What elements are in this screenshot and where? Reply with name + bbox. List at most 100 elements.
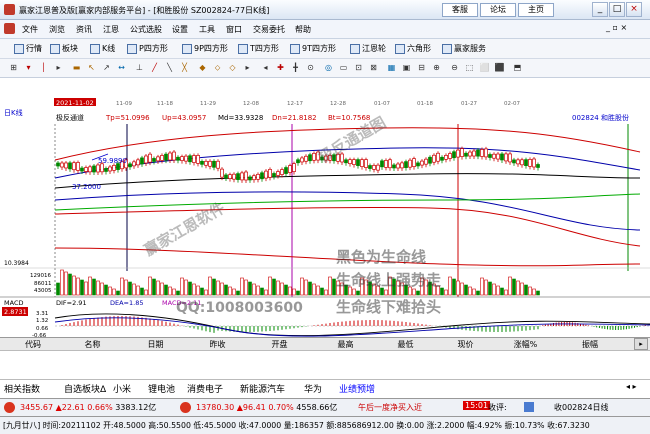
column-header[interactable]: 昨收 — [190, 338, 245, 351]
column-scroll-button[interactable]: ▸ — [634, 338, 648, 350]
column-header[interactable]: 代码 — [8, 338, 58, 351]
draw-tool-icon[interactable]: ⬛ — [494, 62, 505, 74]
minimize-button[interactable]: _ — [592, 2, 608, 17]
quote-button[interactable]: 行情 — [14, 43, 42, 54]
forum-button[interactable]: 论坛 — [480, 3, 516, 17]
candle-body — [388, 159, 392, 169]
column-header[interactable]: 最高 — [318, 338, 373, 351]
channel-label: 极反通道 — [56, 113, 84, 122]
draw-tool-icon[interactable]: ╳ — [179, 62, 190, 74]
candle-body — [160, 155, 164, 161]
sz-index[interactable]: 13780.30 ▲96.41 0.70% 4558.66亿 — [196, 402, 337, 413]
column-header[interactable]: 名称 — [65, 338, 120, 351]
candle-body — [424, 158, 428, 165]
sector-tab[interactable]: 新能源汽车 — [240, 382, 285, 395]
draw-tool-icon[interactable]: ▣ — [401, 62, 412, 74]
menu-news[interactable]: 资讯 — [76, 24, 92, 35]
draw-tool-icon[interactable]: ▦ — [386, 62, 397, 74]
draw-tool-icon[interactable]: ▭ — [338, 62, 349, 74]
draw-tool-icon[interactable]: ◎ — [323, 62, 334, 74]
kline-chart[interactable]: 2021-11-02 11-09 11-18 11-29 12-08 12-17 12-28… — [0, 78, 650, 337]
sector-tab[interactable]: 锂电池 — [148, 382, 175, 395]
column-header[interactable]: 开盘 — [252, 338, 307, 351]
draw-tool-icon[interactable]: ⊖ — [449, 62, 460, 74]
t-square-button[interactable]: T四方形 — [238, 43, 279, 54]
volume-bar — [516, 280, 520, 296]
draw-tool-icon[interactable]: ▬ — [71, 62, 82, 74]
candle-body — [76, 162, 80, 171]
kline-button[interactable]: K线 — [90, 43, 115, 54]
draw-tool-icon[interactable]: ✚ — [275, 62, 286, 74]
mdi-controls[interactable]: _ ▫ × — [606, 23, 627, 32]
draw-tool-icon[interactable]: ↖ — [86, 62, 97, 74]
news-ticker[interactable]: 午后一度净买入近 — [358, 402, 422, 413]
sector-button[interactable]: 板块 — [50, 43, 78, 54]
draw-tool-icon[interactable]: ⬜ — [479, 62, 490, 74]
menu-trade[interactable]: 交易委托 — [253, 24, 285, 35]
menu-gann[interactable]: 江恩 — [103, 24, 119, 35]
volume-bar — [528, 286, 532, 296]
column-header[interactable]: 振幅 — [560, 338, 620, 351]
close-button[interactable]: × — [626, 2, 642, 17]
candle-body — [500, 153, 504, 161]
draw-tool-icon[interactable]: ╋ — [290, 62, 301, 74]
customer-service-button[interactable]: 客服 — [442, 3, 478, 17]
sector-scroll-arrows[interactable]: ◂ ▸ — [626, 382, 637, 391]
draw-tool-icon[interactable]: ⬚ — [464, 62, 475, 74]
draw-tool-icon[interactable]: ◇ — [227, 62, 238, 74]
volume-bar — [312, 283, 316, 296]
draw-tool-icon[interactable]: ⬦ — [212, 62, 223, 74]
draw-tool-icon[interactable]: ↗ — [101, 62, 112, 74]
draw-tool-icon[interactable]: ↔ — [116, 62, 127, 74]
9p-square-button[interactable]: 9P四方形 — [182, 43, 228, 54]
draw-tool-icon[interactable]: ⊡ — [353, 62, 364, 74]
column-header[interactable]: 涨幅% — [498, 338, 553, 351]
menu-tools[interactable]: 工具 — [199, 24, 215, 35]
draw-tool-icon[interactable]: ▸ — [242, 62, 253, 74]
volume-bar — [196, 285, 200, 296]
draw-tool-icon[interactable]: ⊙ — [305, 62, 316, 74]
sector-tab[interactable]: 消费电子 — [187, 382, 223, 395]
draw-tool-icon[interactable]: ╲ — [164, 62, 175, 74]
winner-service-button[interactable]: 赢家服务 — [442, 43, 486, 54]
menu-settings[interactable]: 设置 — [172, 24, 188, 35]
column-header[interactable]: 最低 — [378, 338, 433, 351]
macd-title: MACD — [4, 299, 23, 307]
candle-body — [168, 152, 172, 161]
draw-tool-icon[interactable]: ⬒ — [512, 62, 523, 74]
sector-tab[interactable]: 华为 — [304, 382, 322, 395]
volume-bar — [100, 282, 104, 296]
candle-body — [408, 159, 412, 168]
menu-formula[interactable]: 公式选股 — [130, 24, 162, 35]
home-button[interactable]: 主页 — [518, 3, 554, 17]
sector-tab[interactable]: 相关指数 — [4, 382, 40, 395]
menu-window[interactable]: 窗口 — [226, 24, 242, 35]
maximize-button[interactable]: □ — [609, 2, 625, 17]
draw-tool-icon[interactable]: ▾ — [23, 62, 34, 74]
draw-tool-icon[interactable]: ╱ — [149, 62, 160, 74]
draw-tool-icon[interactable]: ⊟ — [416, 62, 427, 74]
draw-tool-icon[interactable]: ⊕ — [431, 62, 442, 74]
draw-tool-icon[interactable]: ⊥ — [134, 62, 145, 74]
draw-tool-icon[interactable]: ▸ — [53, 62, 64, 74]
menu-file[interactable]: 文件 — [22, 24, 38, 35]
candle-body — [308, 154, 312, 162]
gann-wheel-button[interactable]: 江恩轮 — [350, 43, 386, 54]
draw-tool-icon[interactable]: ⊠ — [368, 62, 379, 74]
sector-tab[interactable]: 自选板块Δ — [64, 382, 106, 395]
hexagon-button[interactable]: 六角形 — [395, 43, 431, 54]
menu-browse[interactable]: 浏览 — [49, 24, 65, 35]
draw-tool-icon[interactable]: ◂ — [260, 62, 271, 74]
draw-tool-icon[interactable]: ⊞ — [8, 62, 19, 74]
column-header[interactable]: 现价 — [438, 338, 493, 351]
draw-tool-icon[interactable]: ◆ — [197, 62, 208, 74]
draw-tool-icon[interactable]: │ — [38, 62, 49, 74]
p-square-button[interactable]: P四方形 — [127, 43, 168, 54]
column-header[interactable]: 日期 — [128, 338, 183, 351]
sector-tab[interactable]: 小米 — [113, 382, 131, 395]
sector-tab[interactable]: 业绩预增 — [339, 382, 375, 395]
9t-square-button[interactable]: 9T四方形 — [290, 43, 336, 54]
date-tick: 01-07 — [374, 101, 390, 107]
menu-help[interactable]: 帮助 — [295, 24, 311, 35]
sh-index[interactable]: 3455.67 ▲22.61 0.66% 3383.12亿 — [20, 402, 156, 413]
